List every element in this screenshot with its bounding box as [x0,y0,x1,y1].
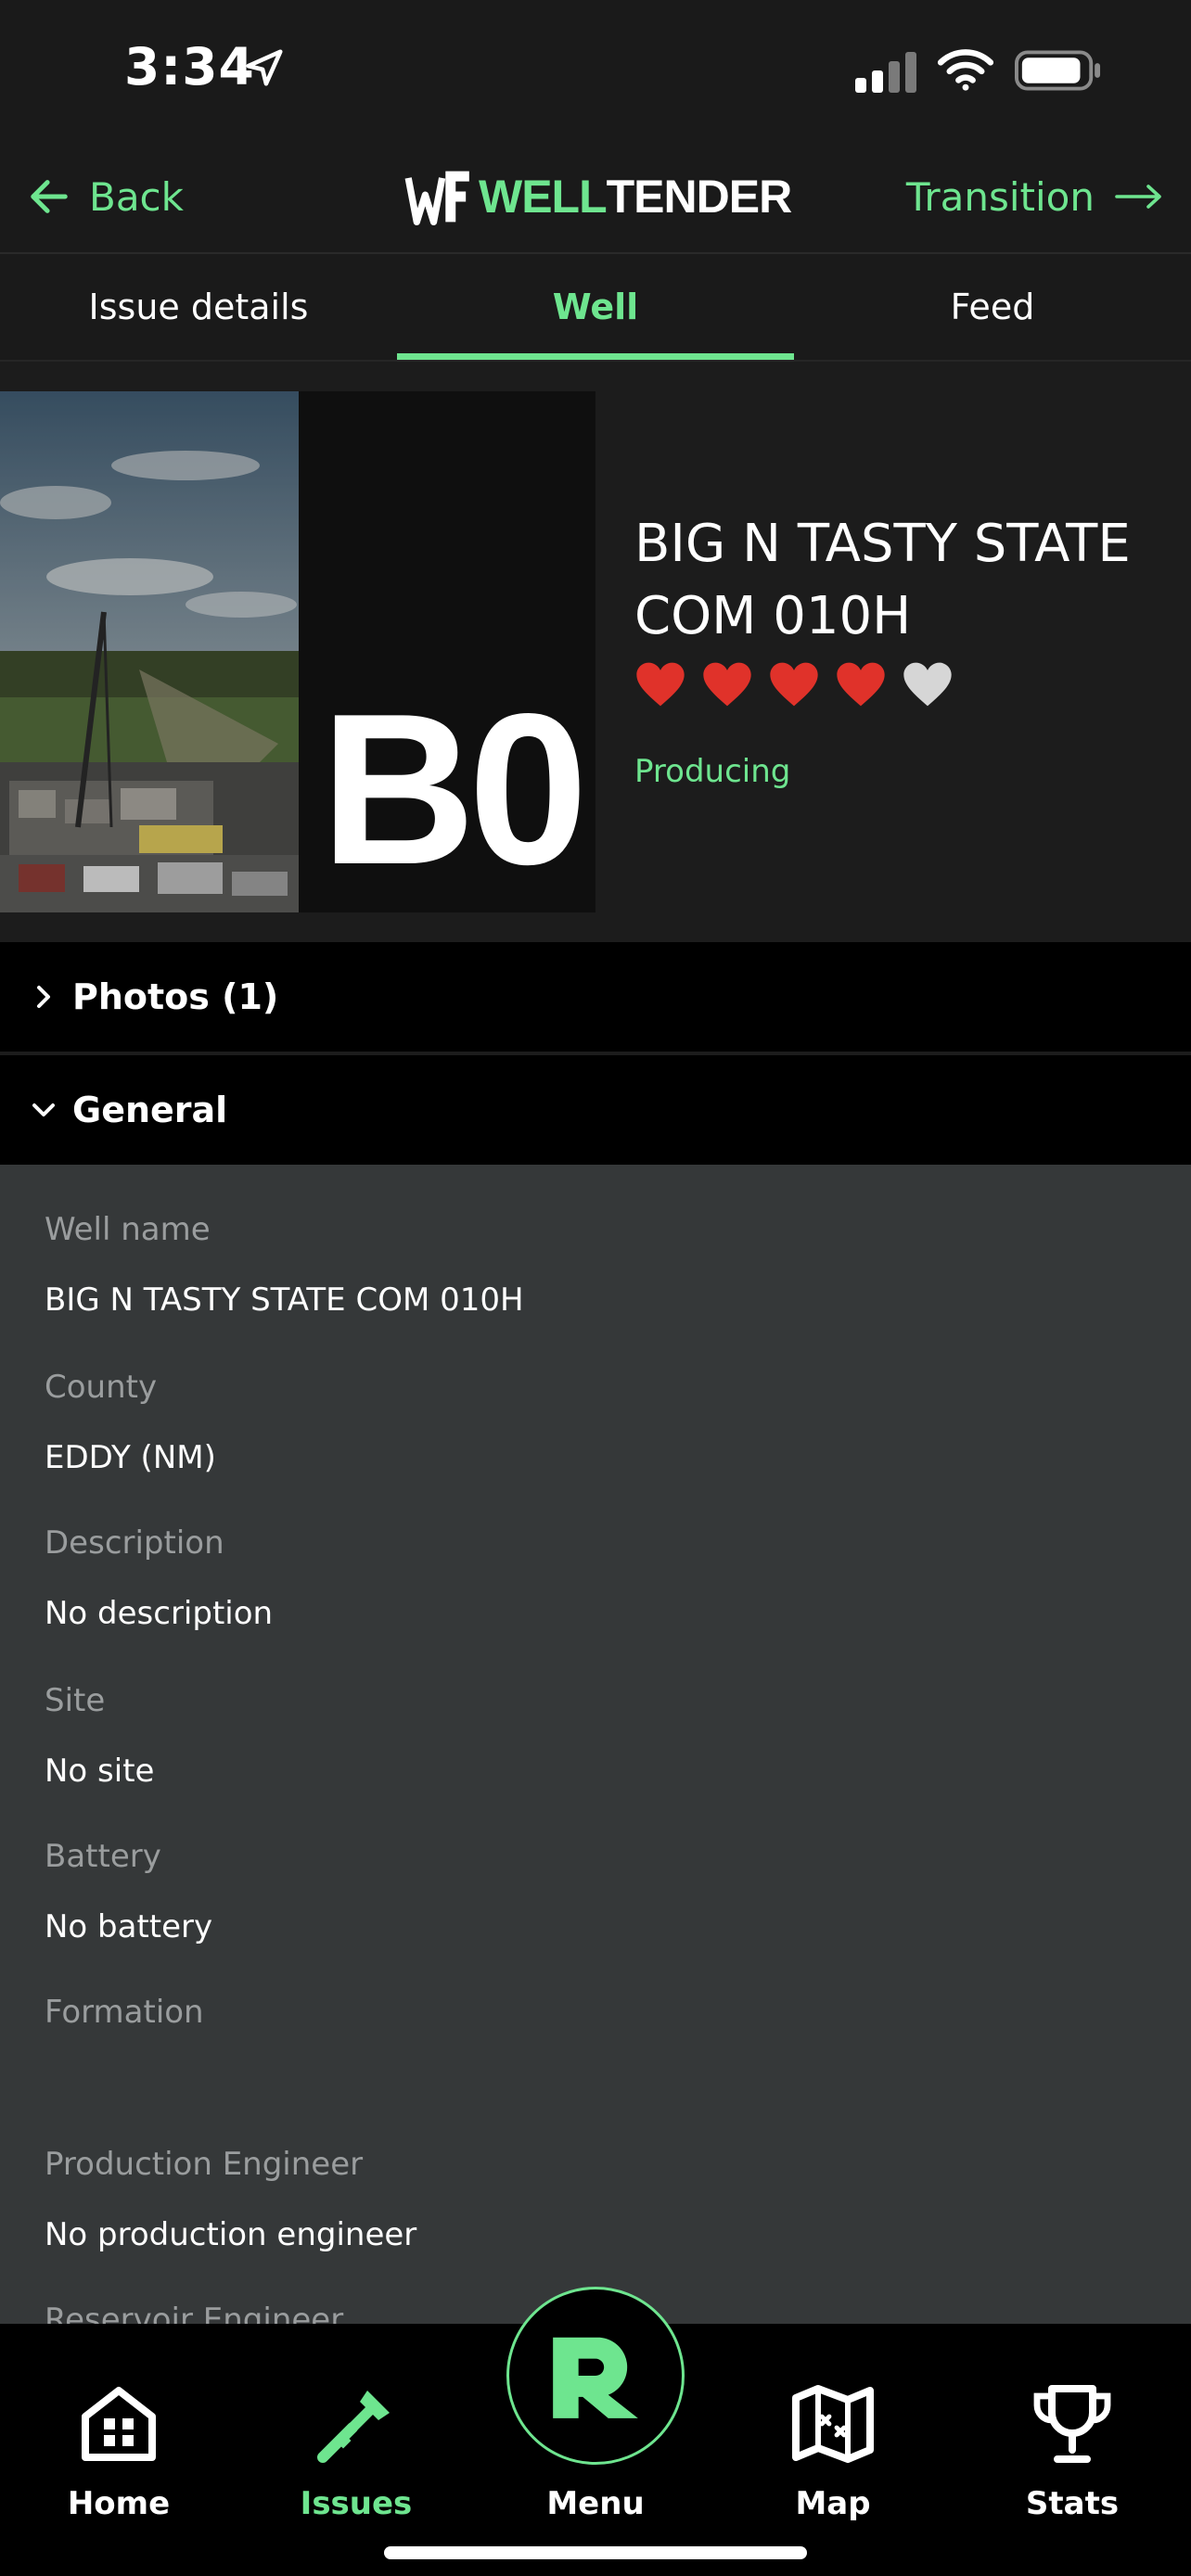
well-photo-image [0,391,299,912]
well-badge: B0 [299,391,596,912]
heart-empty-icon [903,662,952,707]
nav-stats-label: Stats [1025,2485,1120,2522]
trophy-icon [1033,2385,1111,2463]
well-photo[interactable] [0,391,299,912]
heart-filled-icon [703,662,751,707]
location-arrow-icon [246,49,283,86]
photos-section-label: Photos (1) [72,976,279,1017]
arrow-left-icon [31,180,68,213]
transition-button[interactable]: Transition [906,167,1163,226]
nav-map[interactable]: Map [740,2379,926,2522]
nav-issues[interactable]: Issues [263,2379,449,2522]
status-time: 3:34 [124,37,255,96]
well-name-value: BIG N TASTY STATE COM 010H [45,1282,524,1319]
production-engineer-value: No production engineer [45,2216,417,2253]
battery-value: No battery [45,1908,213,1945]
nav-home[interactable]: Home [26,2379,211,2522]
well-hero: B0 BIG N TASTY STATE COM 010H Producing [0,362,1191,942]
app-header: Back WELL TENDER Transition [0,139,1191,254]
nav-home-label: Home [67,2485,171,2522]
well-badge-text: B0 [320,670,588,910]
cellular-signal-icon [855,52,916,93]
tab-issue-details[interactable]: Issue details [0,254,397,360]
welltender-logo: WELL TENDER [404,159,793,234]
photos-section-header[interactable]: Photos (1) [0,942,1191,1052]
transition-label: Transition [905,173,1095,220]
general-details: Well name BIG N TASTY STATE COM 010H Cou… [0,1165,1191,2324]
home-indicator[interactable] [384,2546,807,2559]
nav-map-label: Map [795,2485,871,2522]
battery-icon [1015,50,1101,91]
county-label: County [45,1369,158,1406]
heart-filled-icon [837,662,885,707]
county-value: EDDY (NM) [45,1439,216,1476]
well-rating [634,660,968,708]
formation-label: Formation [45,1994,204,2031]
home-icon [82,2387,156,2461]
logo-text-tender: TENDER [606,171,793,223]
chevron-right-icon [37,986,50,1008]
wrench-icon [317,2391,390,2463]
tab-bar: Issue details Well Feed [0,254,1191,362]
well-title: BIG N TASTY STATE COM 010H [634,514,1131,646]
logo-text-well: WELL [479,171,608,223]
nav-menu-label[interactable]: Menu [503,2485,688,2522]
map-icon [792,2385,874,2463]
description-value: No description [45,1595,274,1632]
heart-filled-icon [770,662,818,707]
chevron-down-icon [32,1103,55,1116]
welltender-logo-icon [404,171,469,225]
welltender-mark-icon [553,2337,638,2418]
description-label: Description [45,1524,224,1562]
battery-label: Battery [45,1838,161,1875]
general-section-label: General [72,1090,228,1130]
back-label: Back [89,173,184,220]
nav-issues-label: Issues [300,2485,413,2522]
wifi-icon [937,49,994,91]
site-label: Site [45,1682,106,1719]
back-button[interactable]: Back [28,167,184,226]
general-section-header[interactable]: General [0,1055,1191,1165]
menu-button[interactable] [506,2287,685,2465]
well-status: Producing [634,753,791,790]
production-engineer-label: Production Engineer [45,2146,364,2183]
well-name-label: Well name [45,1211,211,1248]
tab-well[interactable]: Well [397,254,794,360]
status-bar: 3:34 [0,0,1191,139]
bottom-nav: Home Issues Menu Map Stats [0,2287,1191,2576]
heart-filled-icon [636,662,685,707]
reservoir-engineer-label: Reservoir Engineer [45,2302,344,2324]
arrow-right-icon [1115,185,1161,209]
tab-feed[interactable]: Feed [794,254,1191,360]
nav-stats[interactable]: Stats [980,2379,1165,2522]
site-value: No site [45,1753,155,1790]
